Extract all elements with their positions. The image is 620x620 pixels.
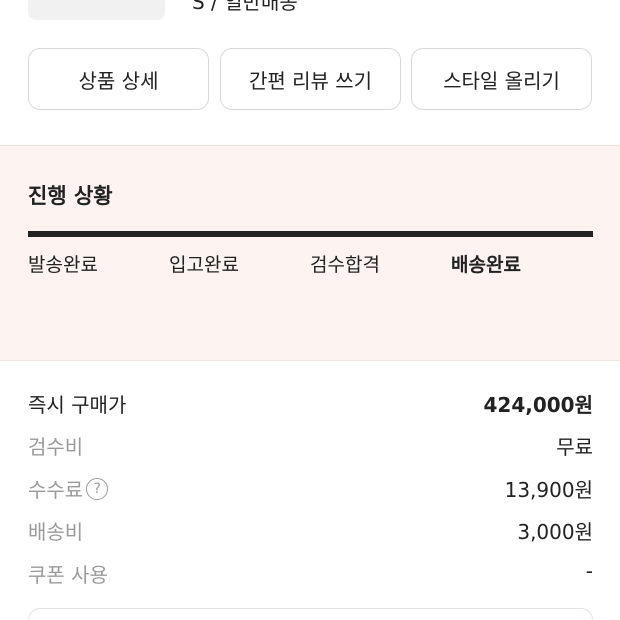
price-row-instant-buy: 즉시 구매가 424,000원 xyxy=(28,389,593,421)
inspection-fee-value: 무료 xyxy=(556,435,593,459)
shipping-fee-label: 배송비 xyxy=(28,520,84,544)
instant-buy-value: 424,000원 xyxy=(483,393,594,417)
commission-value: 13,900원 xyxy=(504,478,593,502)
product-summary: S / 일반배송 xyxy=(0,0,620,30)
product-thumbnail[interactable] xyxy=(28,0,165,20)
price-row-coupon: 쿠폰 사용 - xyxy=(28,559,593,591)
price-row-shipping-fee: 배송비 3,000원 xyxy=(28,516,593,548)
commission-label-group: 수수료 ? xyxy=(28,474,109,503)
payment-summary-box xyxy=(28,608,593,620)
instant-buy-label: 즉시 구매가 xyxy=(28,393,127,417)
inspection-fee-label: 검수비 xyxy=(28,435,84,459)
step-shipped: 발송완료 xyxy=(28,254,98,276)
post-style-button[interactable]: 스타일 올리기 xyxy=(411,48,592,110)
product-detail-button[interactable]: 상품 상세 xyxy=(28,48,209,110)
progress-title: 진행 상황 xyxy=(28,184,113,208)
coupon-label: 쿠폰 사용 xyxy=(28,563,108,587)
quick-review-button[interactable]: 간편 리뷰 쓰기 xyxy=(220,48,401,110)
commission-label: 수수료 xyxy=(28,478,84,502)
shipping-fee-value: 3,000원 xyxy=(517,520,593,544)
question-circle-icon[interactable]: ? xyxy=(86,477,109,500)
step-delivered: 배송완료 xyxy=(451,254,521,276)
progress-section: 진행 상황 발송완료 입고완료 검수합격 배송완료 xyxy=(0,145,620,361)
product-option: S / 일반배송 xyxy=(192,0,298,14)
order-detail-page: S / 일반배송 상품 상세 간편 리뷰 쓰기 스타일 올리기 진행 상황 발송… xyxy=(0,0,620,620)
coupon-value: - xyxy=(585,559,593,583)
progress-bar xyxy=(28,231,593,237)
step-warehoused: 입고완료 xyxy=(169,254,239,276)
step-inspection-passed: 검수합격 xyxy=(310,254,380,276)
price-row-commission: 수수료 ? 13,900원 xyxy=(28,474,593,506)
price-row-inspection-fee: 검수비 무료 xyxy=(28,431,593,463)
